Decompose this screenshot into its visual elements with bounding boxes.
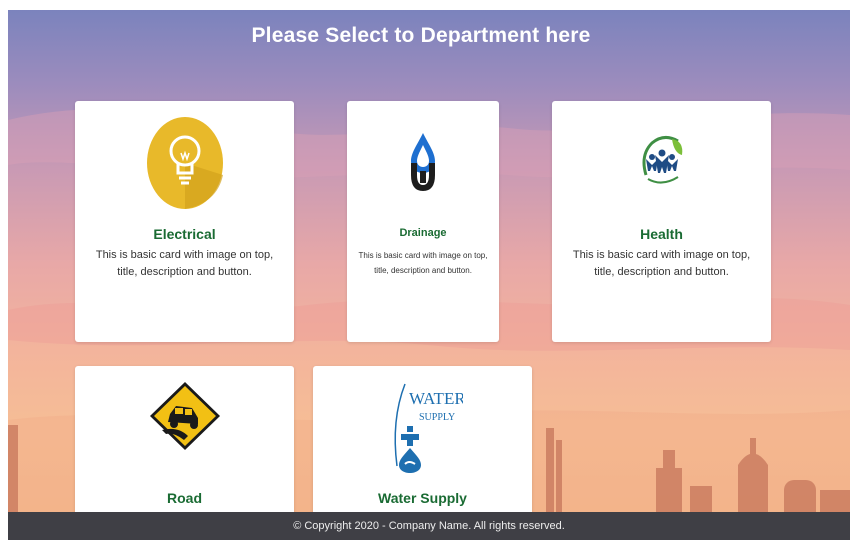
department-card-road[interactable]: Road — [75, 366, 294, 530]
card-title[interactable]: Health — [552, 226, 771, 242]
card-description: This is basic card with image on top, ti… — [358, 251, 488, 276]
drainage-drop-icon — [347, 131, 499, 195]
copyright-text: © Copyright 2020 - Company Name. All rig… — [293, 520, 565, 532]
footer: © Copyright 2020 - Company Name. All rig… — [8, 512, 850, 540]
svg-text:SUPPLY: SUPPLY — [419, 412, 455, 423]
department-card-drainage[interactable]: Drainage This is basic card with image o… — [347, 101, 499, 342]
card-description: This is basic card with image on top, ti… — [572, 249, 751, 279]
department-card-water-supply[interactable]: WATER SUPPLY Water Supply — [313, 366, 532, 530]
department-card-electrical[interactable]: Electrical This is basic card with image… — [75, 101, 294, 342]
page-title: Please Select to Department here — [251, 24, 591, 47]
card-title[interactable]: Road — [75, 490, 294, 506]
road-warning-sign-icon — [75, 380, 294, 452]
light-bulb-icon — [75, 115, 294, 211]
card-title[interactable]: Water Supply — [313, 490, 532, 506]
card-title[interactable]: Drainage — [347, 227, 499, 239]
svg-text:WATER: WATER — [409, 389, 463, 408]
water-supply-icon: WATER SUPPLY — [313, 380, 532, 476]
health-people-icon — [552, 135, 771, 187]
card-description: This is basic card with image on top, ti… — [95, 249, 274, 279]
department-card-health[interactable]: Health This is basic card with image on … — [552, 101, 771, 342]
card-title[interactable]: Electrical — [75, 226, 294, 242]
